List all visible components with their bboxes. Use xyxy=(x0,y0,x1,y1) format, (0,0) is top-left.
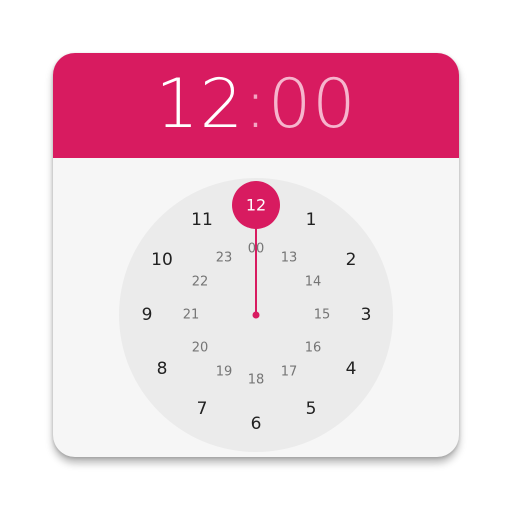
hour-17[interactable]: 17 xyxy=(281,365,298,380)
hour-8[interactable]: 8 xyxy=(157,359,168,379)
hour-22[interactable]: 22 xyxy=(192,275,209,290)
hour-3[interactable]: 3 xyxy=(361,305,372,325)
hour-11[interactable]: 11 xyxy=(191,210,213,230)
selected-hour-label[interactable]: 12 xyxy=(246,196,266,215)
hour-2[interactable]: 2 xyxy=(346,250,357,270)
hour-19[interactable]: 19 xyxy=(216,365,233,380)
hour-23[interactable]: 23 xyxy=(216,251,233,266)
clock-center-dot xyxy=(252,311,260,319)
hour-1[interactable]: 1 xyxy=(306,210,317,230)
hour-20[interactable]: 20 xyxy=(192,341,209,356)
hour-4[interactable]: 4 xyxy=(346,359,357,379)
hour-18[interactable]: 18 xyxy=(248,373,265,388)
hour-10[interactable]: 10 xyxy=(151,250,173,270)
hour-9[interactable]: 9 xyxy=(142,305,153,325)
hour-00[interactable]: 00 xyxy=(248,242,265,257)
hour-5[interactable]: 5 xyxy=(306,399,317,419)
hour-13[interactable]: 13 xyxy=(281,251,298,266)
hour-16[interactable]: 16 xyxy=(305,341,322,356)
hour-7[interactable]: 7 xyxy=(197,399,208,419)
hour-21[interactable]: 21 xyxy=(183,308,200,323)
hour-6[interactable]: 6 xyxy=(251,414,262,434)
hour-15[interactable]: 15 xyxy=(314,308,331,323)
clock-dial[interactable]: 12 1 2 3 4 5 6 7 8 9 10 11 00 13 14 15 1… xyxy=(0,0,512,512)
hour-14[interactable]: 14 xyxy=(305,275,322,290)
